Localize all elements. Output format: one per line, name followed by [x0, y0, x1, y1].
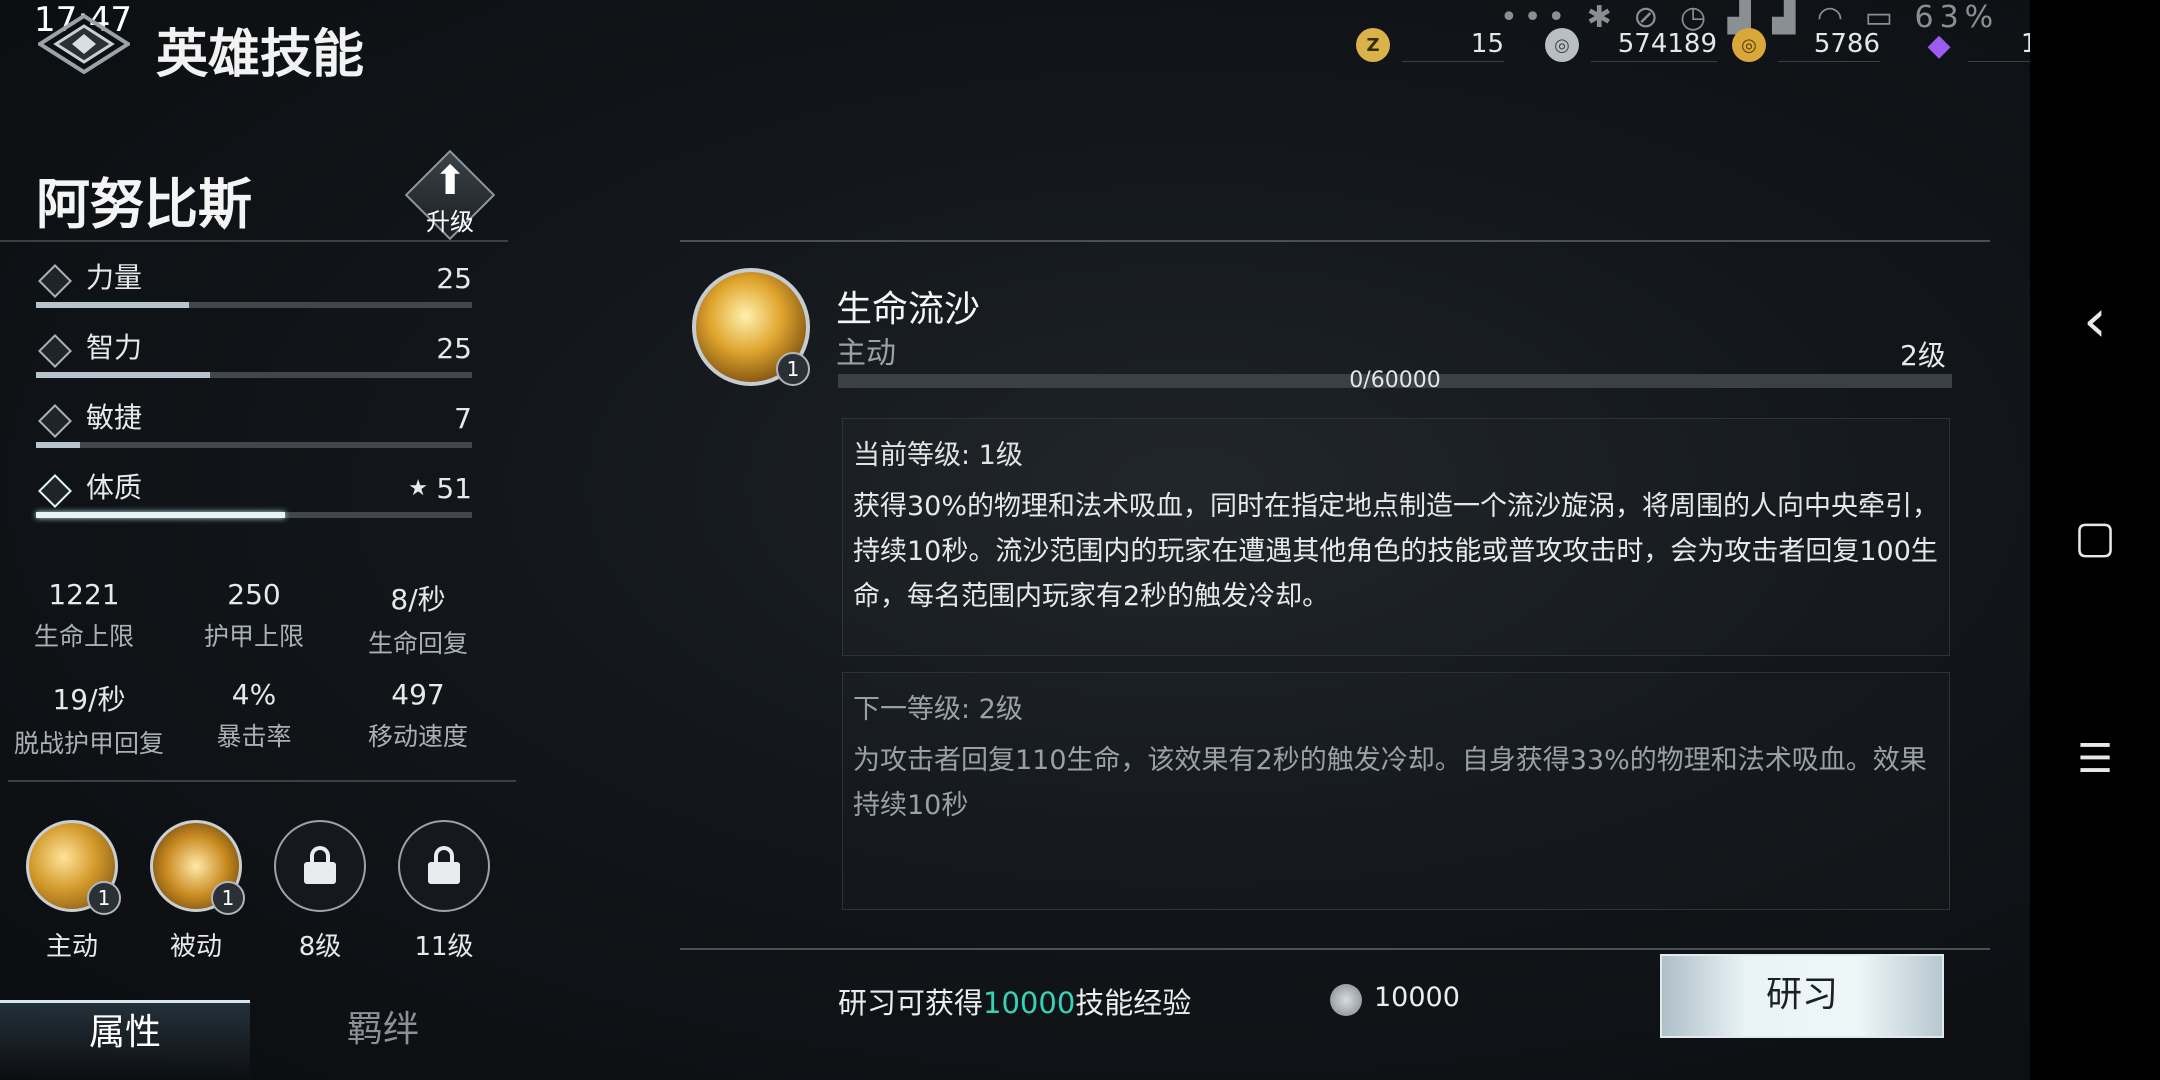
currency-silver[interactable]: ◎ 574189	[1545, 28, 1717, 62]
intelligence-icon	[36, 332, 74, 370]
skill-slot-passive[interactable]: 1 被动	[146, 820, 246, 963]
attribute-label: 力量	[86, 261, 143, 294]
stat-hp-regen: 8/秒 生命回复	[328, 578, 508, 660]
lock-icon	[398, 820, 490, 912]
page-title: 英雄技能	[156, 24, 365, 85]
stat-armor-regen: 19/秒 脱战护甲回复	[0, 678, 184, 760]
lock-icon	[274, 820, 366, 912]
stat-label: 护甲上限	[203, 622, 304, 651]
stat-move-speed: 497 移动速度	[328, 678, 508, 753]
stat-max-armor: 250 护甲上限	[164, 578, 344, 653]
system-nav-bar: ‹ ▢ ☰	[2030, 0, 2160, 1080]
stat-value: 19/秒	[52, 683, 126, 716]
currency-value: 574189	[1591, 29, 1717, 62]
skill-label: 8级	[298, 932, 342, 962]
stat-value: 250	[227, 578, 281, 611]
ankh-skill-icon: 1	[150, 820, 245, 915]
star-icon: ★	[408, 476, 428, 501]
menu-icon[interactable]: ☰	[2030, 736, 2160, 782]
attribute-value: 25	[436, 332, 472, 365]
stat-crit-rate: 4% 暴击率	[164, 678, 344, 753]
attribute-strength: 力量 25	[36, 256, 472, 316]
skill-label: 主动	[45, 932, 98, 962]
strength-icon	[36, 262, 74, 300]
attribute-label: 智力	[86, 331, 143, 364]
attribute-bar	[36, 372, 472, 378]
skill-slot-active[interactable]: 1 主动	[22, 820, 122, 963]
currency-value: 15	[1402, 29, 1504, 62]
divider	[0, 240, 508, 242]
skill-level-badge: 1	[776, 352, 810, 386]
next-level-panel: 下一等级: 2级 为攻击者回复110生命，该效果有2秒的触发冷却。自身获得33%…	[842, 672, 1950, 910]
purple-crystal-icon: ◆	[1927, 27, 1951, 63]
stat-label: 生命回复	[367, 629, 468, 658]
next-level-title: 下一等级: 2级	[853, 694, 1023, 725]
study-exp-amount: 10000	[983, 986, 1076, 1020]
skill-name: 生命流沙	[836, 289, 981, 330]
attribute-agility: 敏捷 7	[36, 396, 472, 456]
currency-energy[interactable]: Z 15	[1356, 28, 1504, 62]
attribute-label: 体质	[86, 471, 143, 504]
gold-coin-icon: ◎	[1732, 28, 1766, 62]
divider	[680, 240, 1990, 242]
stat-value: 4%	[231, 678, 277, 711]
skill-label: 被动	[169, 932, 222, 962]
stat-label: 脱战护甲回复	[13, 729, 164, 758]
constitution-icon	[36, 472, 74, 510]
study-button[interactable]: 研习	[1660, 954, 1944, 1038]
skill-slot-locked-8[interactable]: 8级	[270, 820, 370, 963]
tab-attributes[interactable]: 属性	[0, 1000, 250, 1080]
hero-name: 阿努比斯	[36, 173, 252, 236]
current-level-title: 当前等级: 1级	[853, 440, 1023, 471]
silver-coin-icon: ◎	[1545, 28, 1579, 62]
home-icon[interactable]: ▢	[2030, 512, 2160, 563]
stat-label: 生命上限	[33, 622, 134, 651]
attribute-label: 敏捷	[86, 401, 143, 434]
attribute-intelligence: 智力 25	[36, 326, 472, 386]
attribute-bar	[36, 442, 472, 448]
attribute-bar	[36, 302, 472, 308]
silver-coin-icon	[1330, 984, 1362, 1016]
divider	[680, 948, 1990, 950]
energy-coin-icon: Z	[1356, 28, 1390, 62]
current-level-description: 获得30%的物理和法术吸血，同时在指定地点制造一个流沙旋涡，将周围的人向中央牵引…	[853, 491, 1940, 612]
attribute-constitution: 体质 ★ 51	[36, 466, 472, 526]
upgrade-label: 升级	[426, 208, 474, 236]
study-prefix: 研习可获得	[838, 986, 984, 1020]
game-screen: 17:47 ••• ✱ ⊘ ◷ ▟ ▟ ◠ ▭ 63% 英雄技能 Z 15 ◎ …	[0, 0, 2106, 1080]
skill-level-badge: 1	[87, 881, 121, 915]
back-icon[interactable]: ‹	[2030, 286, 2160, 356]
stat-label: 暴击率	[216, 722, 292, 751]
stat-label: 移动速度	[367, 722, 468, 751]
current-level-panel: 当前等级: 1级 获得30%的物理和法术吸血，同时在指定地点制造一个流沙旋涡，将…	[842, 418, 1950, 656]
skill-level-badge: 1	[211, 881, 245, 915]
attribute-bar	[36, 512, 472, 518]
quicksand-skill-icon: 1	[26, 820, 121, 915]
divider	[8, 780, 516, 782]
up-arrow-icon: ⬆	[433, 158, 467, 204]
skill-type: 主动	[836, 336, 896, 371]
skill-exp-text: 0/60000	[1349, 368, 1441, 393]
stat-value: 497	[391, 678, 445, 711]
stat-value: 8/秒	[390, 583, 446, 616]
study-reward-info: 研习可获得10000技能经验	[838, 980, 1191, 1022]
tab-bonds[interactable]: 羁绊	[258, 1000, 508, 1080]
hero-skill-logo-icon[interactable]	[38, 14, 130, 74]
quicksand-skill-icon: 1	[692, 268, 810, 386]
stat-max-hp: 1221 生命上限	[0, 578, 174, 653]
skill-slot-locked-11[interactable]: 11级	[394, 820, 494, 963]
upgrade-button[interactable]: ⬆ 升级	[404, 149, 496, 241]
study-cost: 10000	[1374, 982, 1460, 1013]
attribute-value: 7	[454, 402, 472, 435]
attribute-value: 25	[436, 262, 472, 295]
agility-icon	[36, 402, 74, 440]
study-suffix: 技能经验	[1075, 986, 1192, 1020]
stat-value: 1221	[48, 578, 120, 611]
currency-gold[interactable]: ◎ 5786	[1732, 28, 1880, 62]
currency-value: 5786	[1778, 29, 1880, 62]
attribute-value: 51	[436, 472, 472, 505]
next-level-description: 为攻击者回复110生命，该效果有2秒的触发冷却。自身获得33%的物理和法术吸血。…	[853, 745, 1927, 821]
skill-label: 11级	[414, 932, 474, 962]
